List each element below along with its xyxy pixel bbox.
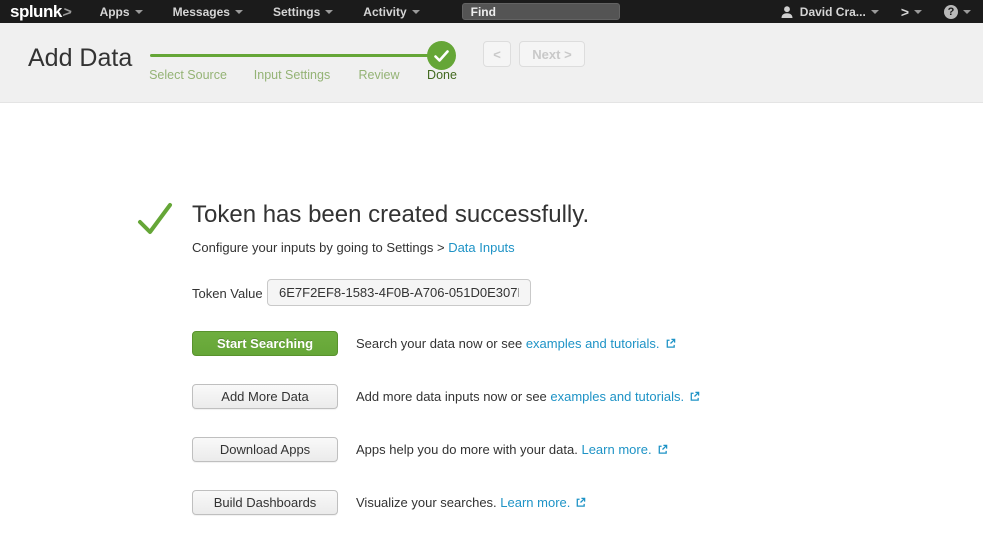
navbar-item-label: Activity [363,5,406,19]
next-button[interactable]: Next > [519,41,585,67]
navbar-item-settings[interactable]: Settings [273,5,333,19]
main-content: Token has been created successfully. Con… [0,103,983,539]
navbar-menus: Apps Messages Settings Activity [100,5,450,19]
data-inputs-link[interactable]: Data Inputs [448,240,515,255]
chevron-down-icon [871,10,879,14]
find-search-input[interactable] [462,3,620,20]
wizard-step-select-source[interactable]: Select Source [149,68,227,82]
navbar-item-label: Apps [100,5,130,19]
help-icon: ? [944,5,958,19]
action-row-download-apps: Download Apps Apps help you do more with… [192,437,668,462]
help-menu[interactable]: ? [944,5,971,19]
external-link-icon [665,338,676,349]
build-dashboards-button[interactable]: Build Dashboards [192,490,338,515]
examples-tutorials-link[interactable]: examples and tutorials. [550,389,684,404]
splunk-gt-icon: > [901,4,909,20]
action-desc-text: Search your data now or see [356,336,526,351]
navbar-item-apps[interactable]: Apps [100,5,143,19]
product-menu[interactable]: > [901,4,922,20]
external-link-icon [657,444,668,455]
splunk-logo-text: splunk [10,2,62,22]
success-check-icon [137,200,173,238]
add-more-data-button[interactable]: Add More Data [192,384,338,409]
chevron-down-icon [325,10,333,14]
action-row-add-more-data: Add More Data Add more data inputs now o… [192,384,700,409]
learn-more-link[interactable]: Learn more. [500,495,570,510]
action-desc-text: Visualize your searches. [356,495,500,510]
user-name-label: David Cra... [800,5,866,19]
success-heading: Token has been created successfully. [192,201,589,229]
action-row-start-searching: Start Searching Search your data now or … [192,331,676,356]
splunk-logo-chevron-icon: > [61,4,73,21]
wizard-header: Add Data Select Source Input Settings Re… [0,23,983,103]
chevron-down-icon [963,10,971,14]
token-value-field[interactable] [267,279,531,306]
wizard-step-done: Done [427,68,457,82]
wizard-done-circle [427,41,456,70]
chevron-down-icon [235,10,243,14]
done-check-icon [434,50,449,62]
chevron-down-icon [412,10,420,14]
chevron-down-icon [135,10,143,14]
download-apps-button[interactable]: Download Apps [192,437,338,462]
navbar-item-label: Messages [173,5,230,19]
splunk-logo[interactable]: splunk> [10,2,72,22]
action-row-build-dashboards: Build Dashboards Visualize your searches… [192,490,586,515]
top-navbar: splunk> Apps Messages Settings Activity … [0,0,983,23]
page-title: Add Data [28,44,132,73]
configure-hint: Configure your inputs by going to Settin… [192,240,515,255]
action-description: Add more data inputs now or see examples… [356,389,700,404]
token-value-label: Token Value [192,286,263,301]
user-menu[interactable]: David Cra... [780,5,879,19]
action-desc-text: Apps help you do more with your data. [356,442,581,457]
action-description: Apps help you do more with your data. Le… [356,442,668,457]
external-link-icon [575,497,586,508]
wizard-progress-bar [150,54,440,57]
navbar-right-group: David Cra... > ? [758,4,971,20]
navbar-item-label: Settings [273,5,320,19]
examples-tutorials-link[interactable]: examples and tutorials. [526,336,660,351]
wizard-step-review[interactable]: Review [359,68,400,82]
chevron-down-icon [914,10,922,14]
learn-more-link[interactable]: Learn more. [581,442,651,457]
back-button[interactable]: < [483,41,511,67]
external-link-icon [689,391,700,402]
navbar-item-messages[interactable]: Messages [173,5,243,19]
wizard-step-input-settings[interactable]: Input Settings [254,68,330,82]
start-searching-button[interactable]: Start Searching [192,331,338,356]
action-description: Search your data now or see examples and… [356,336,676,351]
user-icon [780,5,794,19]
navbar-item-activity[interactable]: Activity [363,5,419,19]
configure-hint-text: Configure your inputs by going to Settin… [192,240,448,255]
action-description: Visualize your searches. Learn more. [356,495,586,510]
action-desc-text: Add more data inputs now or see [356,389,550,404]
